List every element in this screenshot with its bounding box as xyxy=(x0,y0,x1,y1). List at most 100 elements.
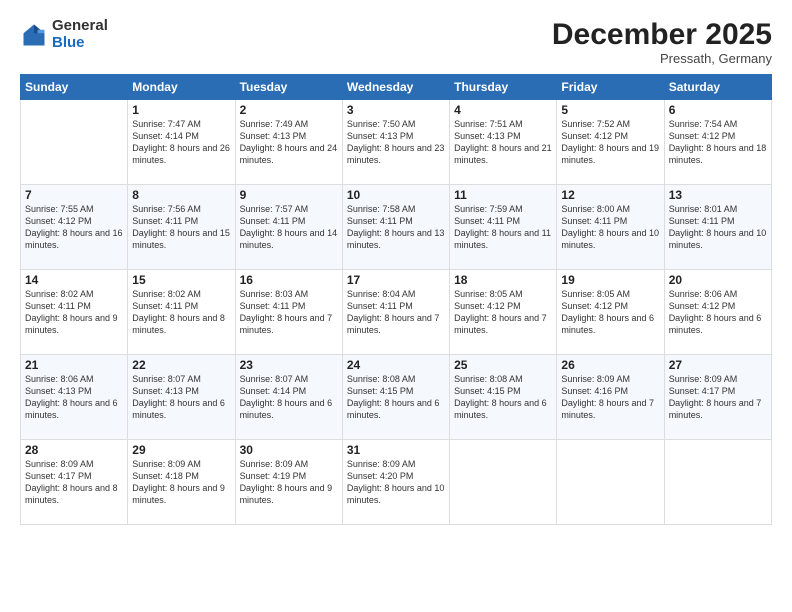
day-number: 17 xyxy=(347,273,445,287)
calendar-cell: 20Sunrise: 8:06 AMSunset: 4:12 PMDayligh… xyxy=(664,270,771,355)
calendar-cell: 4Sunrise: 7:51 AMSunset: 4:13 PMDaylight… xyxy=(450,100,557,185)
daylight-text: Daylight: 8 hours and 7 minutes. xyxy=(240,312,338,336)
day-number: 4 xyxy=(454,103,552,117)
day-info: Sunrise: 8:09 AMSunset: 4:19 PMDaylight:… xyxy=(240,458,338,507)
day-number: 10 xyxy=(347,188,445,202)
sunrise-text: Sunrise: 8:09 AM xyxy=(240,458,338,470)
logo-general-text: General xyxy=(52,18,108,35)
day-info: Sunrise: 8:09 AMSunset: 4:20 PMDaylight:… xyxy=(347,458,445,507)
daylight-text: Daylight: 8 hours and 10 minutes. xyxy=(669,227,767,251)
sunrise-text: Sunrise: 8:07 AM xyxy=(240,373,338,385)
sunrise-text: Sunrise: 8:06 AM xyxy=(669,288,767,300)
calendar-cell: 23Sunrise: 8:07 AMSunset: 4:14 PMDayligh… xyxy=(235,355,342,440)
sunrise-text: Sunrise: 8:07 AM xyxy=(132,373,230,385)
sunrise-text: Sunrise: 8:02 AM xyxy=(132,288,230,300)
calendar-header-wednesday: Wednesday xyxy=(342,75,449,100)
sunrise-text: Sunrise: 7:52 AM xyxy=(561,118,659,130)
sunset-text: Sunset: 4:11 PM xyxy=(347,300,445,312)
calendar-cell: 26Sunrise: 8:09 AMSunset: 4:16 PMDayligh… xyxy=(557,355,664,440)
day-info: Sunrise: 8:02 AMSunset: 4:11 PMDaylight:… xyxy=(132,288,230,337)
calendar-cell: 15Sunrise: 8:02 AMSunset: 4:11 PMDayligh… xyxy=(128,270,235,355)
sunset-text: Sunset: 4:14 PM xyxy=(240,385,338,397)
day-info: Sunrise: 8:00 AMSunset: 4:11 PMDaylight:… xyxy=(561,203,659,252)
sunrise-text: Sunrise: 7:51 AM xyxy=(454,118,552,130)
day-info: Sunrise: 7:59 AMSunset: 4:11 PMDaylight:… xyxy=(454,203,552,252)
day-info: Sunrise: 8:09 AMSunset: 4:17 PMDaylight:… xyxy=(669,373,767,422)
day-info: Sunrise: 8:09 AMSunset: 4:18 PMDaylight:… xyxy=(132,458,230,507)
location: Pressath, Germany xyxy=(552,51,772,66)
sunset-text: Sunset: 4:12 PM xyxy=(561,130,659,142)
day-info: Sunrise: 8:01 AMSunset: 4:11 PMDaylight:… xyxy=(669,203,767,252)
sunrise-text: Sunrise: 8:09 AM xyxy=(347,458,445,470)
calendar-cell: 7Sunrise: 7:55 AMSunset: 4:12 PMDaylight… xyxy=(21,185,128,270)
calendar-cell: 29Sunrise: 8:09 AMSunset: 4:18 PMDayligh… xyxy=(128,440,235,525)
daylight-text: Daylight: 8 hours and 7 minutes. xyxy=(454,312,552,336)
calendar-cell: 22Sunrise: 8:07 AMSunset: 4:13 PMDayligh… xyxy=(128,355,235,440)
sunset-text: Sunset: 4:19 PM xyxy=(240,470,338,482)
calendar-header-row: SundayMondayTuesdayWednesdayThursdayFrid… xyxy=(21,75,772,100)
calendar-week-3: 14Sunrise: 8:02 AMSunset: 4:11 PMDayligh… xyxy=(21,270,772,355)
sunrise-text: Sunrise: 8:04 AM xyxy=(347,288,445,300)
daylight-text: Daylight: 8 hours and 9 minutes. xyxy=(25,312,123,336)
calendar-week-4: 21Sunrise: 8:06 AMSunset: 4:13 PMDayligh… xyxy=(21,355,772,440)
day-info: Sunrise: 8:06 AMSunset: 4:13 PMDaylight:… xyxy=(25,373,123,422)
day-info: Sunrise: 8:09 AMSunset: 4:17 PMDaylight:… xyxy=(25,458,123,507)
daylight-text: Daylight: 8 hours and 6 minutes. xyxy=(240,397,338,421)
daylight-text: Daylight: 8 hours and 8 minutes. xyxy=(132,312,230,336)
calendar-cell xyxy=(21,100,128,185)
day-number: 30 xyxy=(240,443,338,457)
daylight-text: Daylight: 8 hours and 10 minutes. xyxy=(347,482,445,506)
daylight-text: Daylight: 8 hours and 8 minutes. xyxy=(25,482,123,506)
daylight-text: Daylight: 8 hours and 10 minutes. xyxy=(561,227,659,251)
daylight-text: Daylight: 8 hours and 11 minutes. xyxy=(454,227,552,251)
calendar-cell xyxy=(557,440,664,525)
sunrise-text: Sunrise: 7:59 AM xyxy=(454,203,552,215)
sunrise-text: Sunrise: 7:57 AM xyxy=(240,203,338,215)
sunrise-text: Sunrise: 8:09 AM xyxy=(25,458,123,470)
day-info: Sunrise: 8:08 AMSunset: 4:15 PMDaylight:… xyxy=(454,373,552,422)
calendar-cell: 12Sunrise: 8:00 AMSunset: 4:11 PMDayligh… xyxy=(557,185,664,270)
day-info: Sunrise: 8:02 AMSunset: 4:11 PMDaylight:… xyxy=(25,288,123,337)
calendar-cell: 25Sunrise: 8:08 AMSunset: 4:15 PMDayligh… xyxy=(450,355,557,440)
sunrise-text: Sunrise: 8:06 AM xyxy=(25,373,123,385)
sunset-text: Sunset: 4:11 PM xyxy=(240,300,338,312)
day-number: 29 xyxy=(132,443,230,457)
sunset-text: Sunset: 4:15 PM xyxy=(454,385,552,397)
sunset-text: Sunset: 4:12 PM xyxy=(454,300,552,312)
daylight-text: Daylight: 8 hours and 6 minutes. xyxy=(25,397,123,421)
day-number: 24 xyxy=(347,358,445,372)
sunset-text: Sunset: 4:13 PM xyxy=(454,130,552,142)
day-number: 23 xyxy=(240,358,338,372)
daylight-text: Daylight: 8 hours and 18 minutes. xyxy=(669,142,767,166)
sunset-text: Sunset: 4:11 PM xyxy=(132,215,230,227)
daylight-text: Daylight: 8 hours and 6 minutes. xyxy=(132,397,230,421)
sunrise-text: Sunrise: 8:01 AM xyxy=(669,203,767,215)
day-info: Sunrise: 8:08 AMSunset: 4:15 PMDaylight:… xyxy=(347,373,445,422)
calendar-header-friday: Friday xyxy=(557,75,664,100)
day-number: 1 xyxy=(132,103,230,117)
daylight-text: Daylight: 8 hours and 6 minutes. xyxy=(347,397,445,421)
sunset-text: Sunset: 4:11 PM xyxy=(132,300,230,312)
day-number: 5 xyxy=(561,103,659,117)
day-info: Sunrise: 7:56 AMSunset: 4:11 PMDaylight:… xyxy=(132,203,230,252)
day-info: Sunrise: 7:49 AMSunset: 4:13 PMDaylight:… xyxy=(240,118,338,167)
sunset-text: Sunset: 4:11 PM xyxy=(240,215,338,227)
calendar-cell: 5Sunrise: 7:52 AMSunset: 4:12 PMDaylight… xyxy=(557,100,664,185)
daylight-text: Daylight: 8 hours and 19 minutes. xyxy=(561,142,659,166)
day-number: 8 xyxy=(132,188,230,202)
day-number: 3 xyxy=(347,103,445,117)
sunrise-text: Sunrise: 8:05 AM xyxy=(454,288,552,300)
calendar-cell: 17Sunrise: 8:04 AMSunset: 4:11 PMDayligh… xyxy=(342,270,449,355)
sunset-text: Sunset: 4:18 PM xyxy=(132,470,230,482)
calendar-week-2: 7Sunrise: 7:55 AMSunset: 4:12 PMDaylight… xyxy=(21,185,772,270)
calendar-cell: 2Sunrise: 7:49 AMSunset: 4:13 PMDaylight… xyxy=(235,100,342,185)
logo-text: General Blue xyxy=(52,18,108,51)
calendar-header-sunday: Sunday xyxy=(21,75,128,100)
sunrise-text: Sunrise: 8:09 AM xyxy=(669,373,767,385)
calendar-header-monday: Monday xyxy=(128,75,235,100)
daylight-text: Daylight: 8 hours and 7 minutes. xyxy=(347,312,445,336)
day-number: 28 xyxy=(25,443,123,457)
calendar-week-1: 1Sunrise: 7:47 AMSunset: 4:14 PMDaylight… xyxy=(21,100,772,185)
logo-icon xyxy=(20,21,48,49)
day-info: Sunrise: 8:07 AMSunset: 4:14 PMDaylight:… xyxy=(240,373,338,422)
